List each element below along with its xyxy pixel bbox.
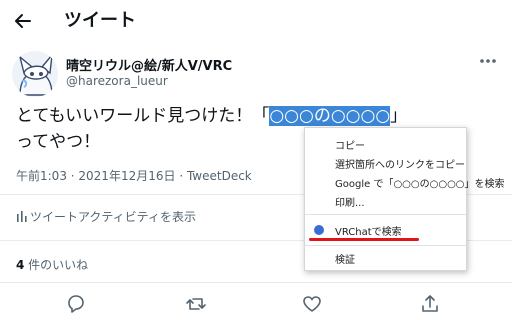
tweet-client-link[interactable]: TweetDeck (187, 169, 252, 183)
tweet-meta: 午前1:03 · 2021年12月16日 · TweetDeck (16, 167, 252, 184)
like-button[interactable] (300, 292, 324, 316)
context-menu-item-print[interactable]: 印刷... (335, 194, 365, 209)
divider (0, 282, 512, 283)
meta-separator: · (175, 169, 187, 183)
context-menu-separator (305, 245, 466, 246)
more-options-button[interactable] (476, 52, 500, 70)
tweet-activity-link[interactable]: ツイートアクティビティを表示 (16, 208, 196, 225)
likes-label: 件のいいね (24, 258, 89, 272)
retweet-icon (186, 298, 206, 310)
context-menu-item-google-search[interactable]: Google で「○○○の○○○○」を検索 (335, 175, 505, 190)
tweet-time-link[interactable]: 午前1:03 · 2021年12月16日 (16, 169, 176, 183)
context-menu: コピー 選択箇所へのリンクをコピー Google で「○○○の○○○○」を検索 … (304, 127, 505, 271)
back-button[interactable] (8, 6, 38, 36)
author-display-name[interactable]: 晴空リウル@絵/新人V/VRC (66, 55, 232, 74)
tweet-text-line: とてもいいワールド見つけた！「○○○の○○○○」 (16, 104, 407, 128)
context-menu-item-inspect[interactable]: 検証 (335, 251, 355, 266)
retweet-button[interactable] (184, 292, 208, 316)
tweet-text-before: とてもいいワールド見つけた！「 (16, 106, 270, 126)
page-title: ツイート (64, 10, 136, 31)
context-menu-item-copy-link[interactable]: 選択箇所へのリンクをコピー (335, 156, 465, 171)
context-menu-item-vrchat-search[interactable]: VRChatで検索 (335, 223, 402, 238)
share-button[interactable] (418, 292, 442, 316)
context-menu-separator (305, 214, 466, 215)
tweet-text-line-2: ってやつ！ (16, 132, 101, 152)
heart-icon (303, 296, 321, 312)
arrow-left-icon (15, 14, 31, 28)
share-icon (422, 295, 438, 312)
likes-count-link[interactable]: 4 件のいいね (16, 256, 88, 273)
reply-icon (68, 295, 84, 313)
author-handle[interactable]: @harezora_lueur (66, 74, 168, 88)
highlight-underline (309, 238, 419, 241)
avatar[interactable] (12, 51, 58, 97)
context-menu-item-copy[interactable]: コピー (335, 137, 365, 152)
tweet-text-after: 」 (390, 106, 408, 126)
selected-text: ○○○の○○○○ (269, 106, 391, 126)
bar-chart-icon (17, 211, 27, 222)
reply-button[interactable] (64, 292, 88, 316)
tweet-activity-label: ツイートアクティビティを表示 (30, 210, 196, 224)
vrchat-icon (314, 225, 324, 235)
more-dots-icon (480, 59, 496, 63)
